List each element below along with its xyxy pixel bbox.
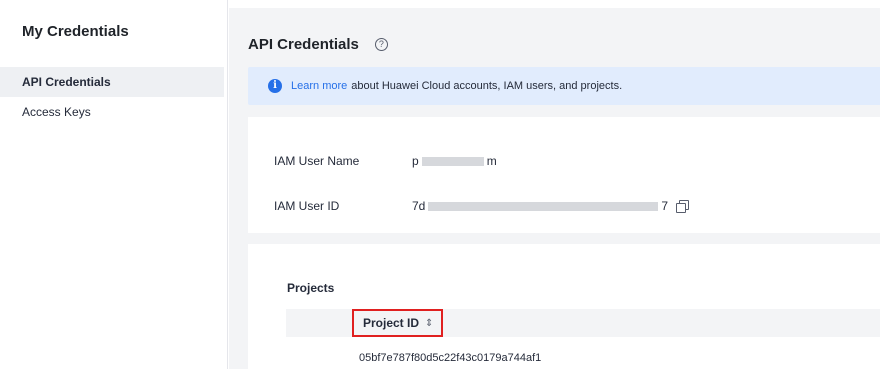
iam-user-name-label: IAM User Name (274, 154, 360, 168)
copy-icon[interactable] (676, 200, 690, 213)
sidebar: My Credentials API Credentials Access Ke… (0, 0, 228, 369)
page-title: API Credentials ? (248, 36, 388, 53)
info-icon: i (268, 79, 282, 93)
info-text: about Huawei Cloud accounts, IAM users, … (351, 80, 623, 92)
help-icon[interactable]: ? (374, 38, 388, 51)
info-banner: i Learn more about Huawei Cloud accounts… (248, 67, 880, 105)
table-row: 05bf7e787f80d5c22f43c0179a744af1 (359, 352, 541, 364)
column-header-project-id[interactable]: Project ID ⇕ (352, 309, 444, 337)
learn-more-link[interactable]: Learn more (291, 80, 347, 92)
projects-card: Projects Project ID ⇕ 05bf7e787f80d5c22f… (248, 244, 880, 369)
projects-title: Projects (287, 281, 335, 295)
iam-user-id-value: 7d 7 (412, 199, 690, 213)
sidebar-item-api-credentials[interactable]: API Credentials (0, 67, 224, 97)
main-content: API Credentials ? i Learn more about Hua… (229, 0, 880, 369)
user-info-card: IAM User Name p m IAM User ID 7d 7 (248, 117, 880, 233)
table-header: Project ID ⇕ (286, 309, 880, 337)
iam-user-name-value: p m (412, 154, 497, 168)
sidebar-title: My Credentials (22, 23, 129, 40)
user-id-prefix: 7d (412, 199, 426, 213)
user-id-suffix: 7 (661, 199, 669, 213)
iam-user-id-label: IAM User ID (274, 199, 340, 213)
project-id-cell: 05bf7e787f80d5c22f43c0179a744af1 (359, 352, 542, 364)
page-title-text: API Credentials (248, 36, 359, 53)
user-name-prefix: p (412, 154, 419, 168)
column-header-label: Project ID (363, 316, 420, 330)
user-name-suffix: m (486, 154, 497, 168)
sort-icon[interactable]: ⇕ (425, 318, 433, 329)
sidebar-item-access-keys[interactable]: Access Keys (0, 97, 224, 127)
redaction-mask (428, 201, 659, 211)
redaction-mask (421, 156, 484, 166)
